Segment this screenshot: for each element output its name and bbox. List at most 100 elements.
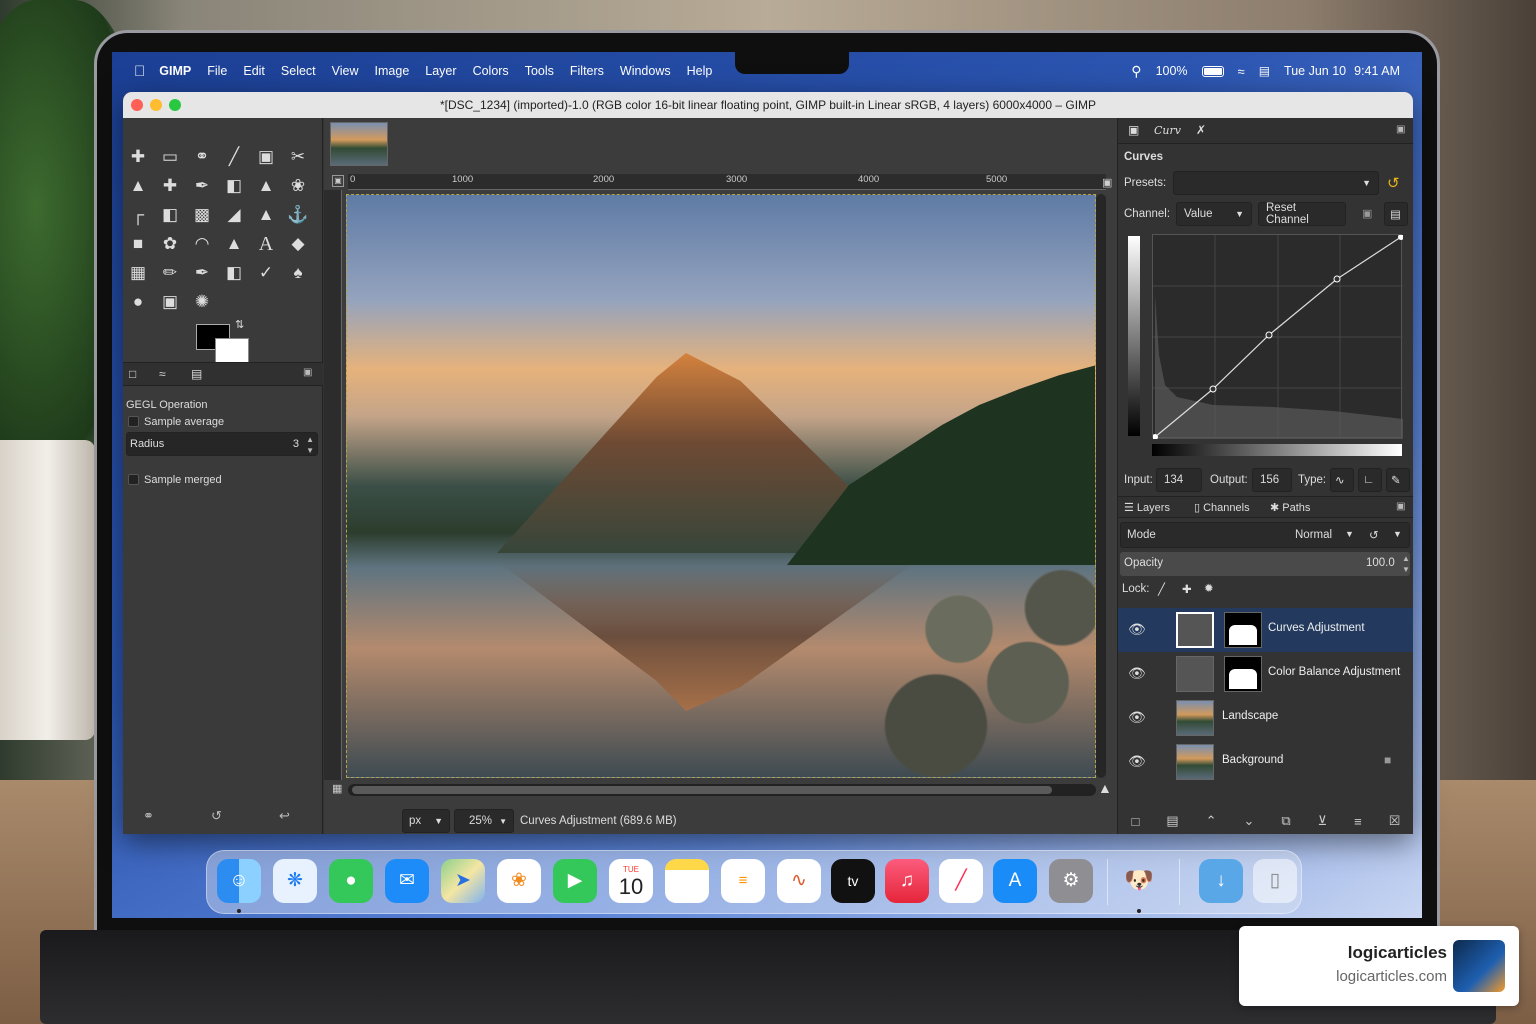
reset-channel-button[interactable]: Reset Channel [1258, 202, 1346, 226]
maps-icon[interactable]: ➤ [441, 859, 485, 903]
reset-options-icon[interactable]: ↩ [279, 808, 290, 824]
sample-merged-checkbox[interactable] [128, 474, 139, 485]
merge-layer-icon[interactable]: ⊻ [1318, 813, 1328, 829]
layer-row-color-balance[interactable]: 👁 Color Balance Adjustment [1118, 652, 1413, 696]
swap-colors-icon[interactable]: ⇅ [235, 318, 244, 331]
lower-layer-icon[interactable]: ⌄ [1244, 813, 1255, 829]
visibility-eye-icon[interactable]: 👁 [1128, 621, 1146, 638]
pattern-tool-icon[interactable]: ▦ [125, 260, 151, 286]
new-layer-icon[interactable]: □ [1131, 814, 1139, 829]
smooth-type-button[interactable]: ∿ [1330, 468, 1354, 492]
trash-icon[interactable]: ▯ [1253, 859, 1297, 903]
scissors-tool-icon[interactable]: ✂ [285, 144, 311, 170]
chevron-down-icon[interactable]: ▼ [1393, 529, 1402, 539]
crop-tool-icon[interactable]: ▣ [253, 144, 279, 170]
calendar-icon[interactable]: TUE 10 [609, 859, 653, 903]
cage-tool-icon[interactable]: ▲ [253, 202, 279, 228]
ink-tool-icon[interactable]: ♠ [285, 260, 311, 286]
sample-average-checkbox[interactable] [128, 416, 139, 427]
apple-tv-icon[interactable]: tv [831, 859, 875, 903]
safari-icon[interactable]: ❋ [273, 859, 317, 903]
image-tab-thumbnail[interactable] [330, 122, 388, 166]
search-icon[interactable]: ⚲ [1131, 63, 1141, 80]
tab-channels[interactable]: ▯ Channels [1194, 501, 1250, 514]
anchor-layer-icon[interactable]: ≡ [1354, 814, 1362, 829]
heal-tool-icon[interactable]: ❀ [285, 173, 311, 199]
navigate-icon[interactable]: ▦ [332, 782, 342, 795]
close-window-button[interactable] [131, 99, 143, 111]
layer-row-landscape[interactable]: 👁 Landscape [1118, 696, 1413, 740]
move-tool-icon[interactable]: ✚ [125, 144, 151, 170]
log-histogram-button[interactable]: ▤ [1384, 202, 1408, 226]
app-menu[interactable]: GIMP [159, 64, 191, 78]
reminders-icon[interactable]: ≡ [721, 859, 765, 903]
music-icon[interactable]: ♫ [885, 859, 929, 903]
channel-select[interactable]: Value ▼ [1176, 202, 1252, 226]
lock-alpha-icon[interactable]: ✹ [1204, 581, 1214, 595]
downloads-folder-icon[interactable]: ↓ [1199, 859, 1243, 903]
text-tool-icon[interactable]: A [253, 231, 279, 257]
curve-svg[interactable] [1152, 234, 1404, 440]
undo-history-tab-icon[interactable]: ▤ [191, 367, 202, 381]
menu-time[interactable]: 9:41 AM [1354, 64, 1400, 78]
linear-histogram-icon[interactable]: ▣ [1362, 207, 1372, 220]
brush-tool-icon[interactable]: ✒ [189, 173, 215, 199]
tool-options-tab-icon[interactable]: □ [129, 367, 136, 381]
tab-layers[interactable]: ☰ Layers [1124, 501, 1170, 514]
close-tab-icon[interactable]: ✗ [1196, 123, 1206, 137]
unit-select[interactable]: px ▼ [402, 809, 450, 833]
input-spinner[interactable]: 134 [1156, 468, 1202, 492]
menu-select[interactable]: Select [281, 64, 316, 78]
spinner-arrows-icon[interactable]: ▲ ▼ [306, 434, 314, 456]
save-options-icon[interactable]: ⚭ [143, 808, 154, 824]
menu-help[interactable]: Help [687, 64, 713, 78]
lasso-tool-icon[interactable]: ⚭ [189, 144, 215, 170]
menu-tools[interactable]: Tools [525, 64, 554, 78]
lock-position-icon[interactable]: ✚ [1182, 582, 1192, 596]
reset-mode-icon[interactable]: ↺ [1369, 528, 1379, 542]
scale-tool-icon[interactable]: ◧ [157, 202, 183, 228]
gradient-tool-icon[interactable]: ▲ [221, 231, 247, 257]
paintbrush-tool-icon[interactable]: ✒ [189, 260, 215, 286]
navigation-icon[interactable]: ▲ [1098, 780, 1112, 796]
blur-tool-icon[interactable]: ✺ [189, 289, 215, 315]
transform-tool-icon[interactable]: ┌ [125, 202, 151, 228]
reset-presets-icon[interactable]: ↺ [1387, 174, 1400, 192]
visibility-eye-icon[interactable]: 👁 [1128, 709, 1146, 726]
restore-options-icon[interactable]: ↺ [211, 808, 222, 824]
zoom-select[interactable]: 25% ▼ [454, 809, 514, 833]
minimize-window-button[interactable] [150, 99, 162, 111]
zoom-to-fit-icon[interactable]: ▣ [1102, 176, 1112, 189]
quickmask-icon[interactable]: ▣ [332, 175, 344, 187]
bucket-tool-icon[interactable]: ◠ [189, 231, 215, 257]
delete-layer-icon[interactable]: ☒ [1389, 813, 1401, 829]
clone-tool-icon[interactable]: ▲ [253, 173, 279, 199]
panel-menu-icon[interactable]: ▣ [1396, 124, 1405, 135]
menu-view[interactable]: View [332, 64, 359, 78]
image-canvas[interactable] [346, 194, 1096, 778]
paths-tool-icon[interactable]: ✚ [157, 173, 183, 199]
radius-spinner[interactable]: Radius 3 ▲ ▼ [126, 432, 318, 456]
duplicate-layer-icon[interactable]: ⧉ [1281, 813, 1290, 829]
curves-graph[interactable] [1152, 234, 1404, 440]
smudge-tool-icon[interactable]: ■ [125, 231, 151, 257]
warp-tool-icon[interactable]: ▲ [125, 173, 151, 199]
vertical-scrollbar[interactable] [1096, 194, 1106, 778]
erase-tool-icon[interactable]: ◧ [221, 260, 247, 286]
freehand-type-button[interactable]: ✎ [1386, 468, 1410, 492]
news-icon[interactable]: ╱ [939, 859, 983, 903]
presets-select[interactable]: ▼ [1173, 171, 1379, 195]
facetime-icon[interactable]: ▶ [553, 859, 597, 903]
visibility-eye-icon[interactable]: 👁 [1128, 753, 1146, 770]
photos-icon[interactable]: ❀ [497, 859, 541, 903]
rect-select-tool-icon[interactable]: ▭ [157, 144, 183, 170]
system-settings-icon[interactable]: ⚙ [1049, 859, 1093, 903]
layer-row-curves-adjustment[interactable]: 👁 Curves Adjustment [1118, 608, 1413, 652]
scrollbar-thumb[interactable] [352, 786, 1052, 794]
zoom-window-button[interactable] [169, 99, 181, 111]
flip-tool-icon[interactable]: ◢ [221, 202, 247, 228]
stamp-tool-icon[interactable]: ▣ [157, 289, 183, 315]
panel-menu-icon[interactable]: ▣ [1396, 501, 1405, 512]
mode-select[interactable]: Mode Normal ▼ ↺ ▼ [1120, 522, 1410, 548]
control-center-icon[interactable]: ▤ [1259, 64, 1270, 78]
